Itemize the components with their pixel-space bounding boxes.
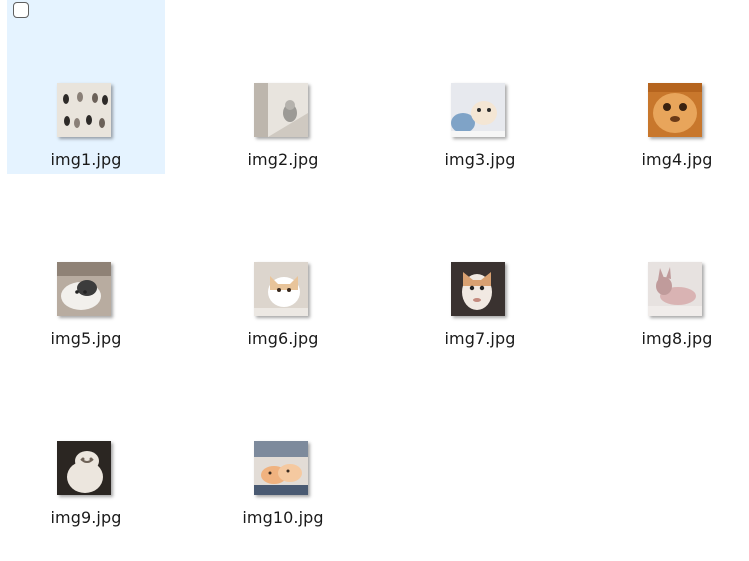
image-thumbnail-icon[interactable] bbox=[57, 441, 111, 495]
file-name: img2.jpg bbox=[247, 150, 319, 169]
image-thumbnail-icon[interactable] bbox=[57, 262, 111, 316]
file-name: img8.jpg bbox=[641, 329, 713, 348]
file-tile-img5[interactable]: img5.jpg bbox=[7, 179, 165, 353]
file-name: img1.jpg bbox=[50, 150, 122, 169]
file-tile-img8[interactable]: img8.jpg bbox=[598, 179, 749, 353]
file-name: img10.jpg bbox=[242, 508, 324, 527]
image-thumbnail-icon[interactable] bbox=[451, 262, 505, 316]
file-name: img3.jpg bbox=[444, 150, 516, 169]
image-thumbnail-icon[interactable] bbox=[451, 83, 505, 137]
file-tile-img3[interactable]: img3.jpg bbox=[401, 0, 559, 174]
file-tile-img10[interactable]: img10.jpg bbox=[204, 358, 362, 532]
file-tile-img6[interactable]: img6.jpg bbox=[204, 179, 362, 353]
file-tile-img9[interactable]: img9.jpg bbox=[7, 358, 165, 532]
file-tile-img2[interactable]: img2.jpg bbox=[204, 0, 362, 174]
file-tile-img4[interactable]: img4.jpg bbox=[598, 0, 749, 174]
image-thumbnail-icon[interactable] bbox=[254, 262, 308, 316]
file-name: img9.jpg bbox=[50, 508, 122, 527]
file-grid: img1.jpg img2.jpg img3.jpg img4.jpg img5… bbox=[0, 0, 749, 561]
file-tile-img1[interactable]: img1.jpg bbox=[7, 0, 165, 174]
file-name: img4.jpg bbox=[641, 150, 713, 169]
file-tile-img7[interactable]: img7.jpg bbox=[401, 179, 559, 353]
image-thumbnail-icon[interactable] bbox=[57, 83, 111, 137]
file-name: img5.jpg bbox=[50, 329, 122, 348]
image-thumbnail-icon[interactable] bbox=[254, 441, 308, 495]
image-thumbnail-icon[interactable] bbox=[648, 262, 702, 316]
select-checkbox[interactable] bbox=[13, 2, 29, 18]
file-name: img6.jpg bbox=[247, 329, 319, 348]
image-thumbnail-icon[interactable] bbox=[254, 83, 308, 137]
file-name: img7.jpg bbox=[444, 329, 516, 348]
image-thumbnail-icon[interactable] bbox=[648, 83, 702, 137]
